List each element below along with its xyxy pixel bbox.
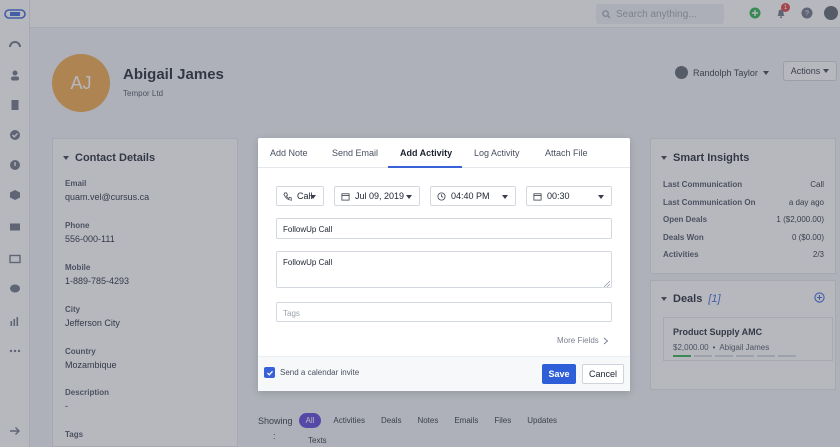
tab-add-note[interactable]: Add Note <box>270 148 308 158</box>
duration-value: 00:30 <box>547 191 570 201</box>
activity-title-input[interactable]: FollowUp Call <box>276 218 612 239</box>
duration-select[interactable]: 00:30 <box>526 186 612 206</box>
activity-modal: Add Note Send Email Add Activity Log Act… <box>258 138 630 391</box>
chevron-down-icon <box>310 195 316 199</box>
resize-handle-icon[interactable] <box>604 281 610 287</box>
calendar-icon <box>533 192 542 201</box>
tags-input[interactable]: Tags <box>276 302 612 322</box>
checkmark-icon <box>266 370 273 376</box>
tab-send-email[interactable]: Send Email <box>332 148 378 158</box>
chevron-down-icon <box>406 195 412 199</box>
tab-log-activity[interactable]: Log Activity <box>474 148 520 158</box>
more-fields-label: More Fields <box>557 336 599 345</box>
calendar-icon <box>341 192 350 201</box>
chevron-down-icon <box>502 195 508 199</box>
modal-footer: Send a calendar invite Save Cancel <box>258 356 630 391</box>
activity-type-select[interactable]: Call <box>276 186 324 206</box>
modal-tabs: Add Note Send Email Add Activity Log Act… <box>258 138 630 168</box>
time-value: 04:40 PM <box>451 191 490 201</box>
tab-add-activity[interactable]: Add Activity <box>400 148 452 158</box>
phone-icon <box>283 191 292 201</box>
clock-icon <box>437 191 446 201</box>
cancel-button[interactable]: Cancel <box>582 364 624 384</box>
chevron-down-icon <box>598 195 604 199</box>
date-value: Jul 09, 2019 <box>355 191 405 201</box>
save-button[interactable]: Save <box>542 364 576 384</box>
active-tab-indicator <box>388 166 462 168</box>
tab-attach-file[interactable]: Attach File <box>545 148 588 158</box>
more-fields-link[interactable]: More Fields <box>557 336 609 345</box>
chevron-right-icon <box>603 337 609 344</box>
date-select[interactable]: Jul 09, 2019 <box>334 186 420 206</box>
calendar-invite-checkbox[interactable] <box>264 367 275 378</box>
activity-description-textarea[interactable]: FollowUp Call <box>276 251 612 288</box>
calendar-invite-label: Send a calendar invite <box>280 368 360 377</box>
time-select[interactable]: 04:40 PM <box>430 186 516 206</box>
